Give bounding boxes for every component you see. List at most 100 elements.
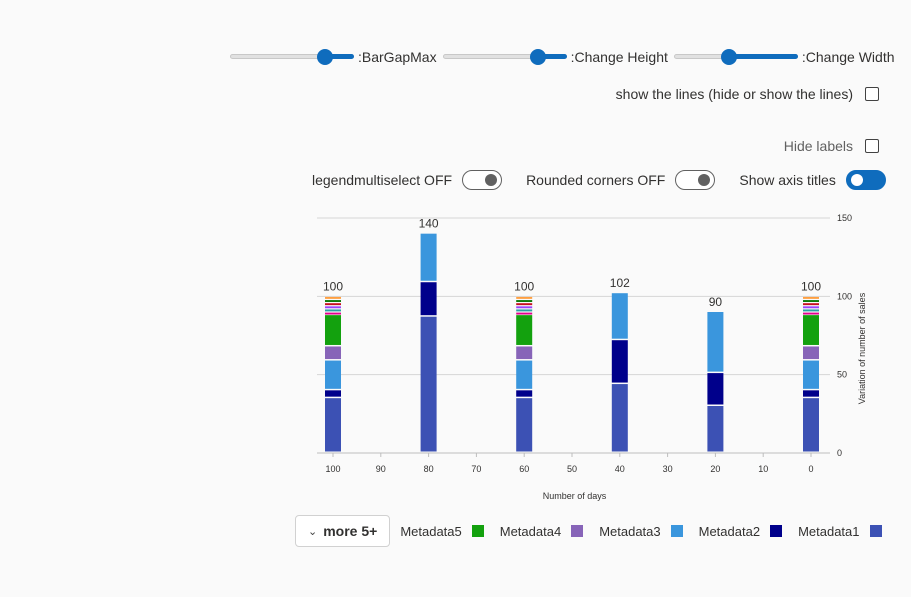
bar-segment-metadata2 [516, 390, 533, 397]
legend-label: Metadata3 [599, 523, 661, 539]
bar-segment-metadata3 [516, 360, 533, 389]
legend-item-metadata3[interactable]: Metadata3 [599, 523, 683, 539]
legend-more-button[interactable]: ⌄ more 5+ [295, 515, 391, 547]
x-tick-label: 50 [567, 464, 577, 474]
bar-segment-other [516, 309, 533, 312]
toggle-knob [485, 174, 498, 186]
rounded-corners-label: Rounded corners OFF [526, 172, 666, 188]
legend-label: Metadata4 [499, 523, 562, 539]
change-height-label: :Change Height [570, 49, 668, 65]
bar-segment-metadata3 [611, 293, 628, 339]
show-lines-label: show the lines (hide or show the lines) [615, 86, 853, 102]
y-tick-label: 0 [837, 448, 842, 458]
legend-multiselect-label: legendmultiselect OFF [312, 172, 453, 188]
x-tick-label: 100 [325, 464, 340, 474]
hide-labels-checkbox[interactable] [865, 139, 879, 153]
x-tick-label: 30 [663, 464, 673, 474]
bar-segment-other [325, 306, 341, 309]
bar-total-label: 140 [419, 217, 439, 231]
bar-total-label: 90 [709, 295, 723, 309]
legend-item-metadata2[interactable]: Metadata2 [698, 523, 783, 539]
bar-segment-other [516, 300, 533, 302]
bar-segment-other [325, 312, 341, 315]
legend-swatch [571, 525, 584, 537]
hide-labels-row: Hide labels [784, 138, 879, 154]
bar-segment-metadata1 [325, 398, 341, 452]
bar-segment-other [325, 303, 341, 306]
bar-segment-metadata1 [420, 316, 437, 452]
bar-total-label: 100 [514, 279, 534, 293]
y-tick-label: 100 [837, 291, 852, 301]
bar-segment-other [516, 303, 533, 306]
x-tick-label: 80 [424, 464, 434, 474]
bar-segment-metadata2 [325, 390, 341, 397]
legend-swatch [670, 525, 683, 537]
bar-segment-other [325, 309, 341, 312]
legend-item-metadata5[interactable]: Metadata5 [400, 523, 484, 539]
legend-multiselect-toggle[interactable] [462, 170, 503, 190]
x-tick-label: 90 [376, 464, 386, 474]
bar-segment-other [325, 296, 341, 299]
bar-segment-metadata2 [707, 373, 724, 405]
x-tick-label: 0 [808, 464, 813, 474]
change-width-slider[interactable] [672, 48, 800, 66]
legend-swatch [770, 525, 783, 537]
bar-segment-other [516, 296, 533, 299]
change-width-label: :Change Width [801, 49, 895, 65]
slider-thumb[interactable] [529, 49, 546, 65]
toggle-row: legendmultiselect OFF Rounded corners OF… [312, 170, 886, 190]
x-tick-label: 70 [471, 464, 481, 474]
bar-segment-metadata4 [803, 346, 819, 360]
legend-item-metadata1[interactable]: Metadata1 [798, 523, 882, 539]
x-tick-label: 10 [758, 464, 768, 474]
bar-segment-other [516, 312, 533, 315]
bar-gap-max-label: :BarGapMax [358, 49, 437, 65]
bar-segment-other [803, 309, 819, 312]
y-axis-title: Variation of number of sales [857, 292, 867, 404]
legend-label: Metadata5 [400, 523, 462, 539]
bar-segment-other [803, 303, 819, 306]
show-lines-checkbox[interactable] [865, 87, 879, 101]
legend-label: Metadata2 [698, 523, 761, 539]
bar-segment-metadata5 [325, 315, 341, 345]
slider-fill [728, 54, 798, 59]
toggle-knob [850, 174, 863, 186]
bar-segment-metadata1 [516, 398, 533, 452]
legend-item-metadata4[interactable]: Metadata4 [499, 523, 584, 539]
x-tick-label: 60 [519, 464, 529, 474]
show-lines-row: show the lines (hide or show the lines) [616, 86, 879, 102]
bar-segment-metadata4 [516, 346, 533, 360]
stacked-bar-chart: 050100150100 90 80 70 60 50 40 30 20 10 0Number of… [317, 213, 867, 501]
legend-swatch [471, 525, 484, 537]
bar-segment-metadata3 [420, 233, 437, 281]
bar-segment-metadata1 [803, 398, 819, 452]
bar-segment-metadata2 [803, 390, 819, 397]
toggle-knob [698, 174, 711, 186]
legend-label: Metadata1 [798, 523, 860, 539]
legend-swatch [869, 525, 882, 537]
show-axis-titles-toggle[interactable] [845, 170, 886, 190]
rounded-corners-toggle[interactable] [675, 170, 716, 190]
hide-labels-label: Hide labels [783, 138, 853, 154]
y-tick-label: 150 [837, 213, 852, 223]
bar-segment-metadata5 [803, 315, 819, 345]
slider-row: :BarGapMax :Change Height :Change Width [228, 48, 897, 66]
change-height-slider[interactable] [441, 48, 569, 66]
bar-segment-other [803, 312, 819, 315]
bar-total-label: 100 [323, 279, 343, 293]
slider-thumb[interactable] [317, 49, 334, 65]
bar-segment-metadata3 [325, 360, 341, 389]
legend: ⌄ more 5+ Metadata5 Metadata4 Metadata3 … [295, 515, 894, 547]
bar-segment-other [803, 296, 819, 299]
legend-more-label: more 5+ [323, 523, 378, 539]
bar-segment-other [803, 306, 819, 309]
bar-gap-max-slider[interactable] [228, 48, 356, 66]
show-axis-titles-label: Show axis titles [739, 172, 836, 188]
bar-segment-metadata2 [420, 282, 437, 316]
slider-thumb[interactable] [720, 49, 737, 65]
bar-segment-metadata4 [325, 346, 341, 360]
x-tick-label: 20 [710, 464, 720, 474]
x-axis-title: Number of days [543, 491, 607, 501]
bar-segment-metadata1 [611, 384, 628, 452]
bar-total-label: 102 [610, 276, 630, 290]
